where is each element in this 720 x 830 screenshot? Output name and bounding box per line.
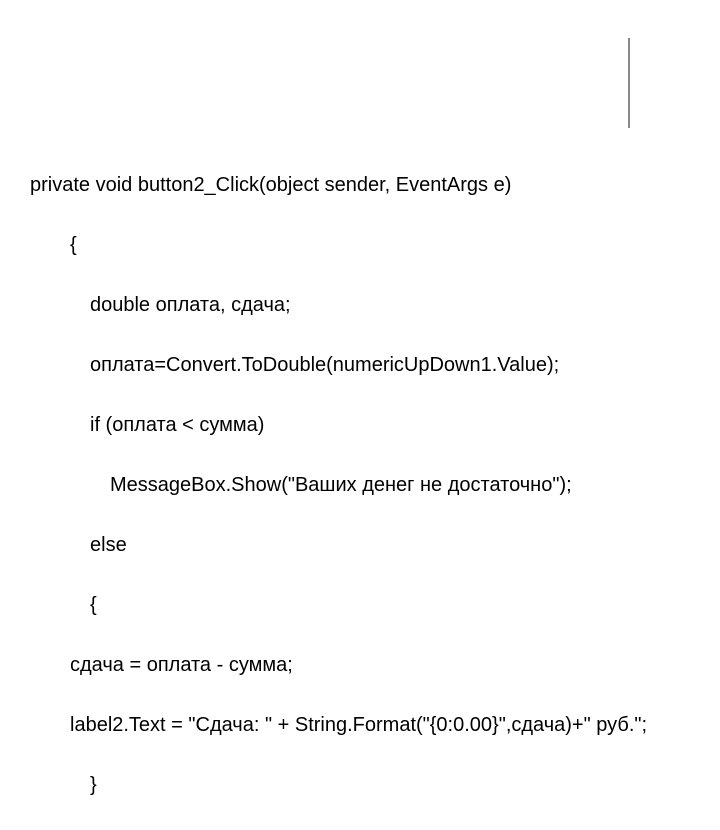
code-text: label2.Text = "Сдача: " + String.Format(…: [70, 710, 647, 740]
code-line: double оплата, сдача;: [30, 290, 647, 320]
code-block: private void button2_Click(object sender…: [30, 140, 647, 830]
code-text: double оплата, сдача;: [90, 290, 291, 320]
code-line: сдача = оплата - сумма;: [30, 650, 647, 680]
code-line: {: [30, 230, 647, 260]
code-line: оплата=Convert.ToDouble(numericUpDown1.V…: [30, 350, 647, 380]
code-line: }: [30, 770, 647, 800]
code-text: {: [70, 230, 77, 260]
code-text: if (оплата < сумма): [90, 410, 264, 440]
code-text: private void button2_Click(object sender…: [30, 170, 511, 200]
code-line: label2.Text = "Сдача: " + String.Format(…: [30, 710, 647, 740]
code-line: {: [30, 590, 647, 620]
code-text: сдача = оплата - сумма;: [70, 650, 293, 680]
decorative-bar: [628, 38, 630, 128]
code-text: else: [90, 530, 127, 560]
code-text: {: [90, 590, 97, 620]
code-text: MessageBox.Show("Ваших денег не достаточ…: [110, 470, 572, 500]
code-text: оплата=Convert.ToDouble(numericUpDown1.V…: [90, 350, 559, 380]
code-line: MessageBox.Show("Ваших денег не достаточ…: [30, 470, 647, 500]
code-line: else: [30, 530, 647, 560]
code-line: private void button2_Click(object sender…: [30, 170, 647, 200]
code-line: if (оплата < сумма): [30, 410, 647, 440]
code-text: }: [90, 770, 97, 800]
